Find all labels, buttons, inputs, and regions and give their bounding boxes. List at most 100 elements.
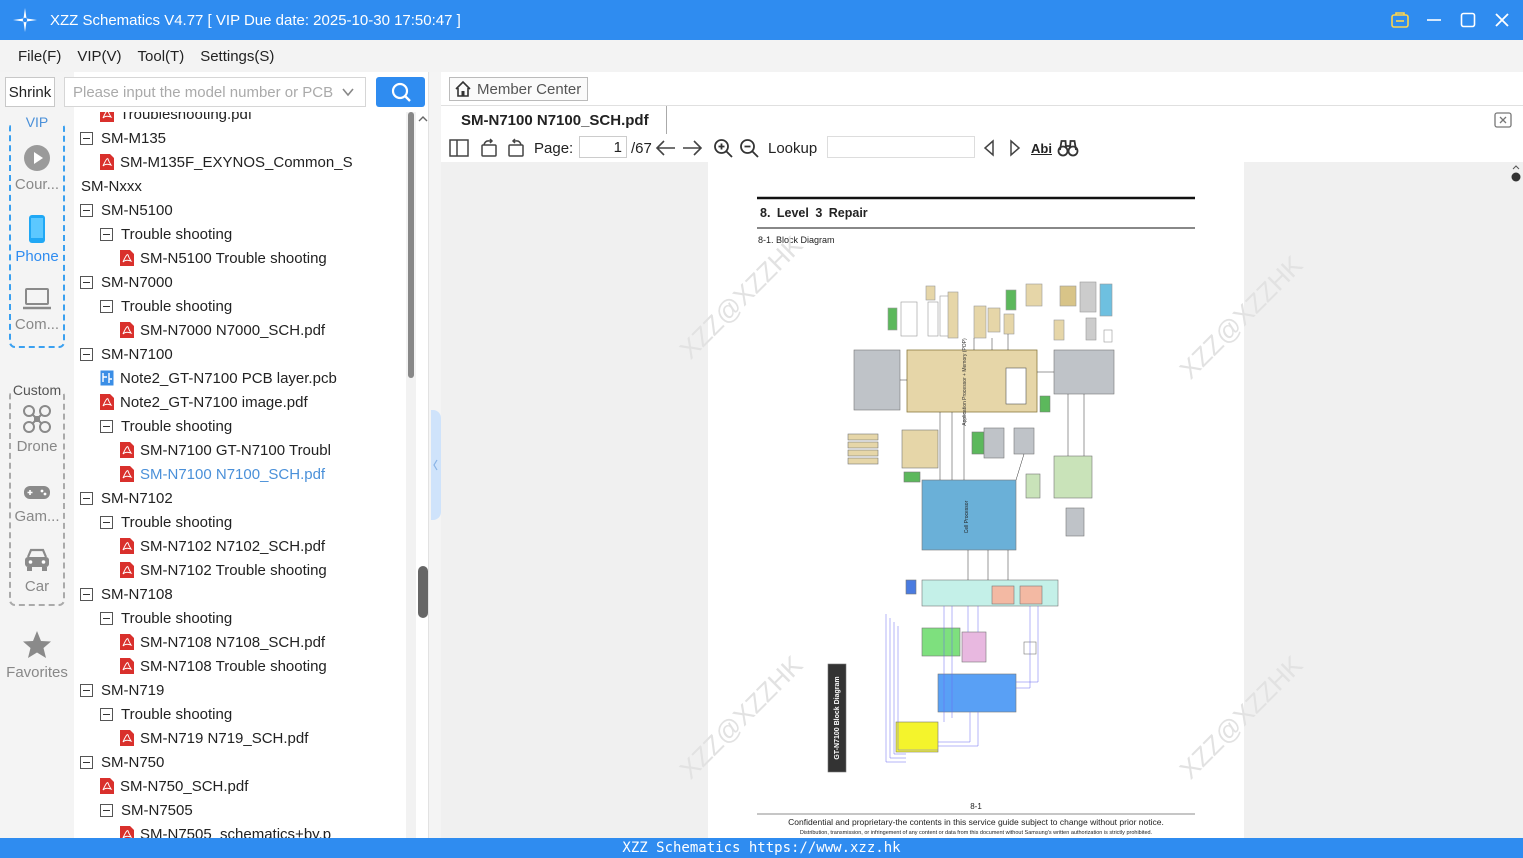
collapse-toggle-icon[interactable] — [100, 515, 113, 529]
tree-file[interactable]: SM-N7102 Trouble shooting — [120, 558, 327, 582]
document-viewer[interactable]: Application Processor + Memory (POP) Cel… — [441, 162, 1523, 838]
page-number-input[interactable]: 1 — [579, 136, 627, 158]
rail-item-car[interactable]: Car — [0, 546, 74, 595]
collapse-toggle-icon[interactable] — [80, 275, 93, 289]
collapse-toggle-icon[interactable] — [100, 707, 113, 721]
tree-file[interactable]: SM-N7000 N7000_SCH.pdf — [120, 318, 325, 342]
tree-folder[interactable]: SM-N7108 — [80, 582, 173, 606]
search-button[interactable] — [376, 77, 425, 107]
lookup-input[interactable] — [827, 136, 975, 158]
tree-scroll-handle[interactable] — [418, 566, 428, 618]
zoom-in-icon[interactable] — [712, 137, 734, 159]
tree-folder[interactable]: SM-N7100 — [80, 342, 173, 366]
tree-item-label: SM-N7505_schematics+by.p — [140, 825, 332, 839]
find-next-icon[interactable] — [1004, 137, 1026, 159]
menu-settings[interactable]: Settings(S) — [200, 48, 274, 65]
tree-file[interactable]: SM-N7108 N7108_SCH.pdf — [120, 630, 325, 654]
rail-item-courses[interactable]: Cour... — [0, 144, 74, 193]
collapse-toggle-icon[interactable] — [80, 203, 93, 217]
find-all-icon[interactable] — [1057, 137, 1079, 159]
next-page-icon[interactable] — [681, 137, 703, 159]
prev-page-icon[interactable] — [655, 137, 677, 159]
tree-file[interactable]: Note2_GT-N7100 PCB layer.pcb — [100, 366, 337, 390]
window-title: XZZ Schematics V4.77 [ VIP Due date: 202… — [50, 11, 461, 29]
menu-bar: File(F) VIP(V) Tool(T) Settings(S) — [0, 40, 1523, 72]
close-tab-icon[interactable] — [1493, 110, 1513, 130]
collapse-toggle-icon[interactable] — [80, 491, 93, 505]
tree-file[interactable]: SM-M135F_EXYNOS_Common_S — [100, 150, 353, 174]
chevron-down-icon[interactable] — [341, 85, 355, 99]
maximize-icon[interactable] — [1457, 9, 1479, 31]
collapse-toggle-icon[interactable] — [80, 587, 93, 601]
document-scroll-thumb[interactable] — [1511, 165, 1521, 185]
tree-folder[interactable]: Trouble shooting — [100, 606, 232, 630]
collapse-toggle-icon[interactable] — [80, 131, 93, 145]
collapse-toggle-icon[interactable] — [100, 299, 113, 313]
collapse-toggle-icon[interactable] — [80, 683, 93, 697]
tree-file[interactable]: Troubleshooting.pdf — [100, 112, 252, 126]
sidebar-toggle-icon[interactable] — [448, 137, 470, 159]
notification-icon[interactable] — [1389, 9, 1411, 31]
close-icon[interactable] — [1491, 9, 1513, 31]
page-label: Page: — [534, 139, 574, 157]
tree-folder[interactable]: SM-N5100 — [80, 198, 173, 222]
pdf-file-icon — [120, 538, 134, 554]
rotate-right-icon[interactable] — [505, 137, 527, 159]
shrink-button[interactable]: Shrink — [5, 77, 55, 107]
tree-folder[interactable]: Trouble shooting — [100, 414, 232, 438]
collapse-panel-handle[interactable] — [431, 410, 441, 520]
model-search-input[interactable]: Please input the model number or PCB — [64, 77, 366, 107]
tree-file[interactable]: SM-N719 N719_SCH.pdf — [120, 726, 308, 750]
tree-folder[interactable]: SM-N7505 — [100, 798, 193, 822]
rail-item-games[interactable]: Gam... — [0, 480, 74, 525]
tree-folder[interactable]: SM-M135 — [80, 126, 166, 150]
tree-folder[interactable]: Trouble shooting — [100, 702, 232, 726]
rail-item-computer[interactable]: Com... — [0, 286, 74, 333]
member-center-button[interactable]: Member Center — [449, 77, 588, 101]
tree-folder[interactable]: Trouble shooting — [100, 294, 232, 318]
tree-file[interactable]: SM-N7108 Trouble shooting — [120, 654, 327, 678]
menu-tool[interactable]: Tool(T) — [138, 48, 185, 65]
collapse-toggle-icon[interactable] — [100, 803, 113, 817]
rail-item-favorites[interactable]: Favorites — [0, 630, 74, 681]
menu-vip[interactable]: VIP(V) — [77, 48, 121, 65]
tree-scrollbar[interactable] — [406, 112, 416, 838]
tree-file[interactable]: SM-N7505_schematics+by.p — [120, 822, 331, 838]
panel-splitter[interactable] — [428, 72, 441, 838]
collapse-toggle-icon[interactable] — [80, 347, 93, 361]
tree-file[interactable]: Note2_GT-N7100 image.pdf — [100, 390, 308, 414]
tree-folder[interactable]: Trouble shooting — [100, 222, 232, 246]
tree-file[interactable]: SM-N7100 N7100_SCH.pdf — [120, 462, 325, 486]
tree-file[interactable]: SM-N7100 GT-N7100 Troubl — [120, 438, 331, 462]
collapse-toggle-icon[interactable] — [100, 611, 113, 625]
tree-file[interactable]: SM-N7102 N7102_SCH.pdf — [120, 534, 325, 558]
app-logo-icon — [13, 8, 37, 32]
document-tab[interactable]: SM-N7100 N7100_SCH.pdf — [447, 106, 667, 134]
collapse-toggle-icon[interactable] — [100, 227, 113, 241]
minimize-icon[interactable] — [1423, 9, 1445, 31]
rail-item-phone[interactable]: Phone — [0, 214, 74, 265]
zoom-out-icon[interactable] — [738, 137, 760, 159]
match-case-button[interactable]: Abi — [1031, 137, 1052, 159]
tree-folder[interactable]: SM-N7102 — [80, 486, 173, 510]
menu-file[interactable]: File(F) — [18, 48, 61, 65]
tree-item-label: SM-N7100 — [101, 345, 173, 363]
tree-item-label: Troubleshooting.pdf — [120, 112, 253, 123]
rotate-left-icon[interactable] — [478, 137, 500, 159]
tree-folder[interactable]: SM-N750 — [80, 750, 164, 774]
collapse-toggle-icon[interactable] — [100, 419, 113, 433]
tree-file[interactable]: SM-N750_SCH.pdf — [100, 774, 248, 798]
rail-item-drone[interactable]: Drone — [0, 404, 74, 455]
find-prev-icon[interactable] — [978, 137, 1000, 159]
tree-folder[interactable]: Trouble shooting — [100, 510, 232, 534]
tree-folder[interactable]: SM-N719 — [80, 678, 164, 702]
collapse-toggle-icon[interactable] — [80, 755, 93, 769]
tree-item-label: SM-N7102 Trouble shooting — [140, 561, 327, 579]
pdf-file-icon — [120, 562, 134, 578]
tree-folder[interactable]: SM-N7000 — [80, 270, 173, 294]
tree-folder[interactable]: SM-Nxxx — [74, 174, 142, 198]
pdf-file-icon — [120, 250, 134, 266]
tree-file[interactable]: SM-N5100 Trouble shooting — [120, 246, 327, 270]
page-footer: Confidential and proprietary-the content… — [788, 817, 1164, 827]
rail-item-label: Favorites — [6, 664, 68, 681]
